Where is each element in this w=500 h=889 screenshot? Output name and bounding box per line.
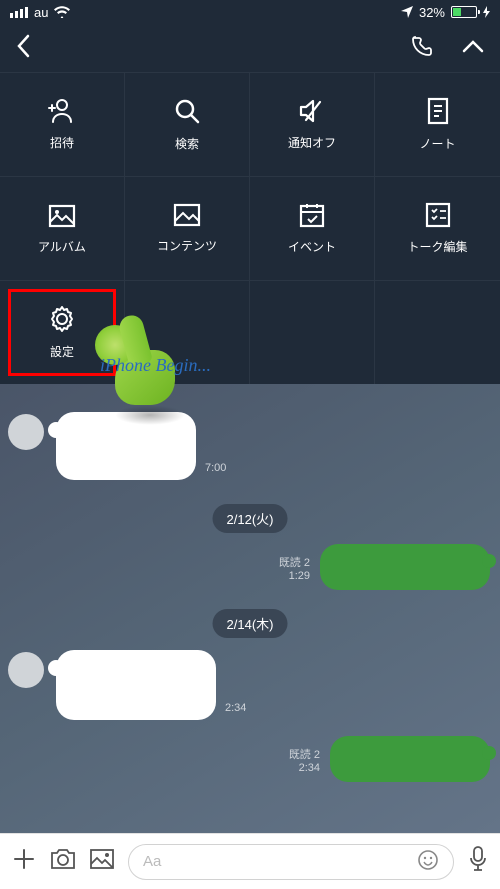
menu-label: 検索 xyxy=(175,135,199,152)
event-icon xyxy=(299,202,325,228)
gear-icon xyxy=(48,305,76,333)
status-bar: au 32% xyxy=(0,0,500,24)
incoming-bubble[interactable] xyxy=(56,412,196,480)
talk-edit-icon xyxy=(425,202,451,228)
message-input[interactable]: Aa xyxy=(128,844,454,880)
menu-settings[interactable]: 設定 xyxy=(0,280,125,384)
call-button[interactable] xyxy=(410,34,434,63)
chat-area: 7:00 2/12(火) 既読 2 1:29 2/14(木) 2:34 既読 2… xyxy=(0,384,500,833)
menu-label: 通知オフ xyxy=(288,134,336,151)
menu-empty xyxy=(375,280,500,384)
location-icon xyxy=(401,6,413,18)
invite-icon xyxy=(47,98,77,124)
menu-album[interactable]: アルバム xyxy=(0,176,125,280)
wifi-icon xyxy=(54,6,70,18)
msg-time: 2:34 xyxy=(225,702,246,714)
back-button[interactable] xyxy=(16,34,30,63)
date-separator: 2/12(火) xyxy=(213,504,288,533)
menu-label: アルバム xyxy=(38,238,86,255)
menu-search[interactable]: 検索 xyxy=(125,72,250,176)
collapse-button[interactable] xyxy=(462,39,484,58)
outgoing-bubble[interactable] xyxy=(320,544,490,590)
emoji-button[interactable] xyxy=(417,849,439,875)
battery-icon xyxy=(451,6,477,18)
msg-time: 7:00 xyxy=(205,462,226,474)
menu-note[interactable]: ノート xyxy=(375,72,500,176)
incoming-bubble[interactable] xyxy=(56,650,216,720)
menu-label: イベント xyxy=(288,238,336,255)
mute-icon xyxy=(298,98,326,124)
menu-label: トーク編集 xyxy=(407,238,467,255)
battery-pct: 32% xyxy=(419,5,445,20)
plus-button[interactable] xyxy=(12,847,36,876)
menu-empty xyxy=(250,280,375,384)
menu-label: ノート xyxy=(419,135,455,152)
menu-label: 招待 xyxy=(50,134,74,151)
navbar xyxy=(0,24,500,72)
avatar[interactable] xyxy=(8,652,44,688)
mic-button[interactable] xyxy=(468,846,488,877)
camera-button[interactable] xyxy=(50,848,76,875)
menu-mute[interactable]: 通知オフ xyxy=(250,72,375,176)
contents-icon xyxy=(173,203,201,227)
album-icon xyxy=(48,202,76,228)
charging-icon xyxy=(483,6,490,18)
menu-invite[interactable]: 招待 xyxy=(0,72,125,176)
carrier-label: au xyxy=(34,5,48,20)
gallery-button[interactable] xyxy=(90,849,114,874)
menu-empty xyxy=(125,280,250,384)
signal-icon xyxy=(10,7,28,18)
menu-label: 設定 xyxy=(50,343,74,360)
input-bar: Aa xyxy=(0,833,500,889)
chat-menu-panel: 招待 検索 通知オフ ノート アルバム コンテンツ イベント トーク編集 xyxy=(0,72,500,384)
outgoing-bubble[interactable] xyxy=(330,736,490,782)
note-icon xyxy=(426,97,450,125)
read-status: 既読 2 1:29 xyxy=(279,554,310,582)
read-status: 既読 2 2:34 xyxy=(289,746,320,774)
menu-event[interactable]: イベント xyxy=(250,176,375,280)
date-separator: 2/14(木) xyxy=(213,609,288,638)
menu-talk-edit[interactable]: トーク編集 xyxy=(375,176,500,280)
avatar[interactable] xyxy=(8,414,44,450)
menu-label: コンテンツ xyxy=(157,237,217,254)
search-icon xyxy=(173,97,201,125)
menu-contents[interactable]: コンテンツ xyxy=(125,176,250,280)
